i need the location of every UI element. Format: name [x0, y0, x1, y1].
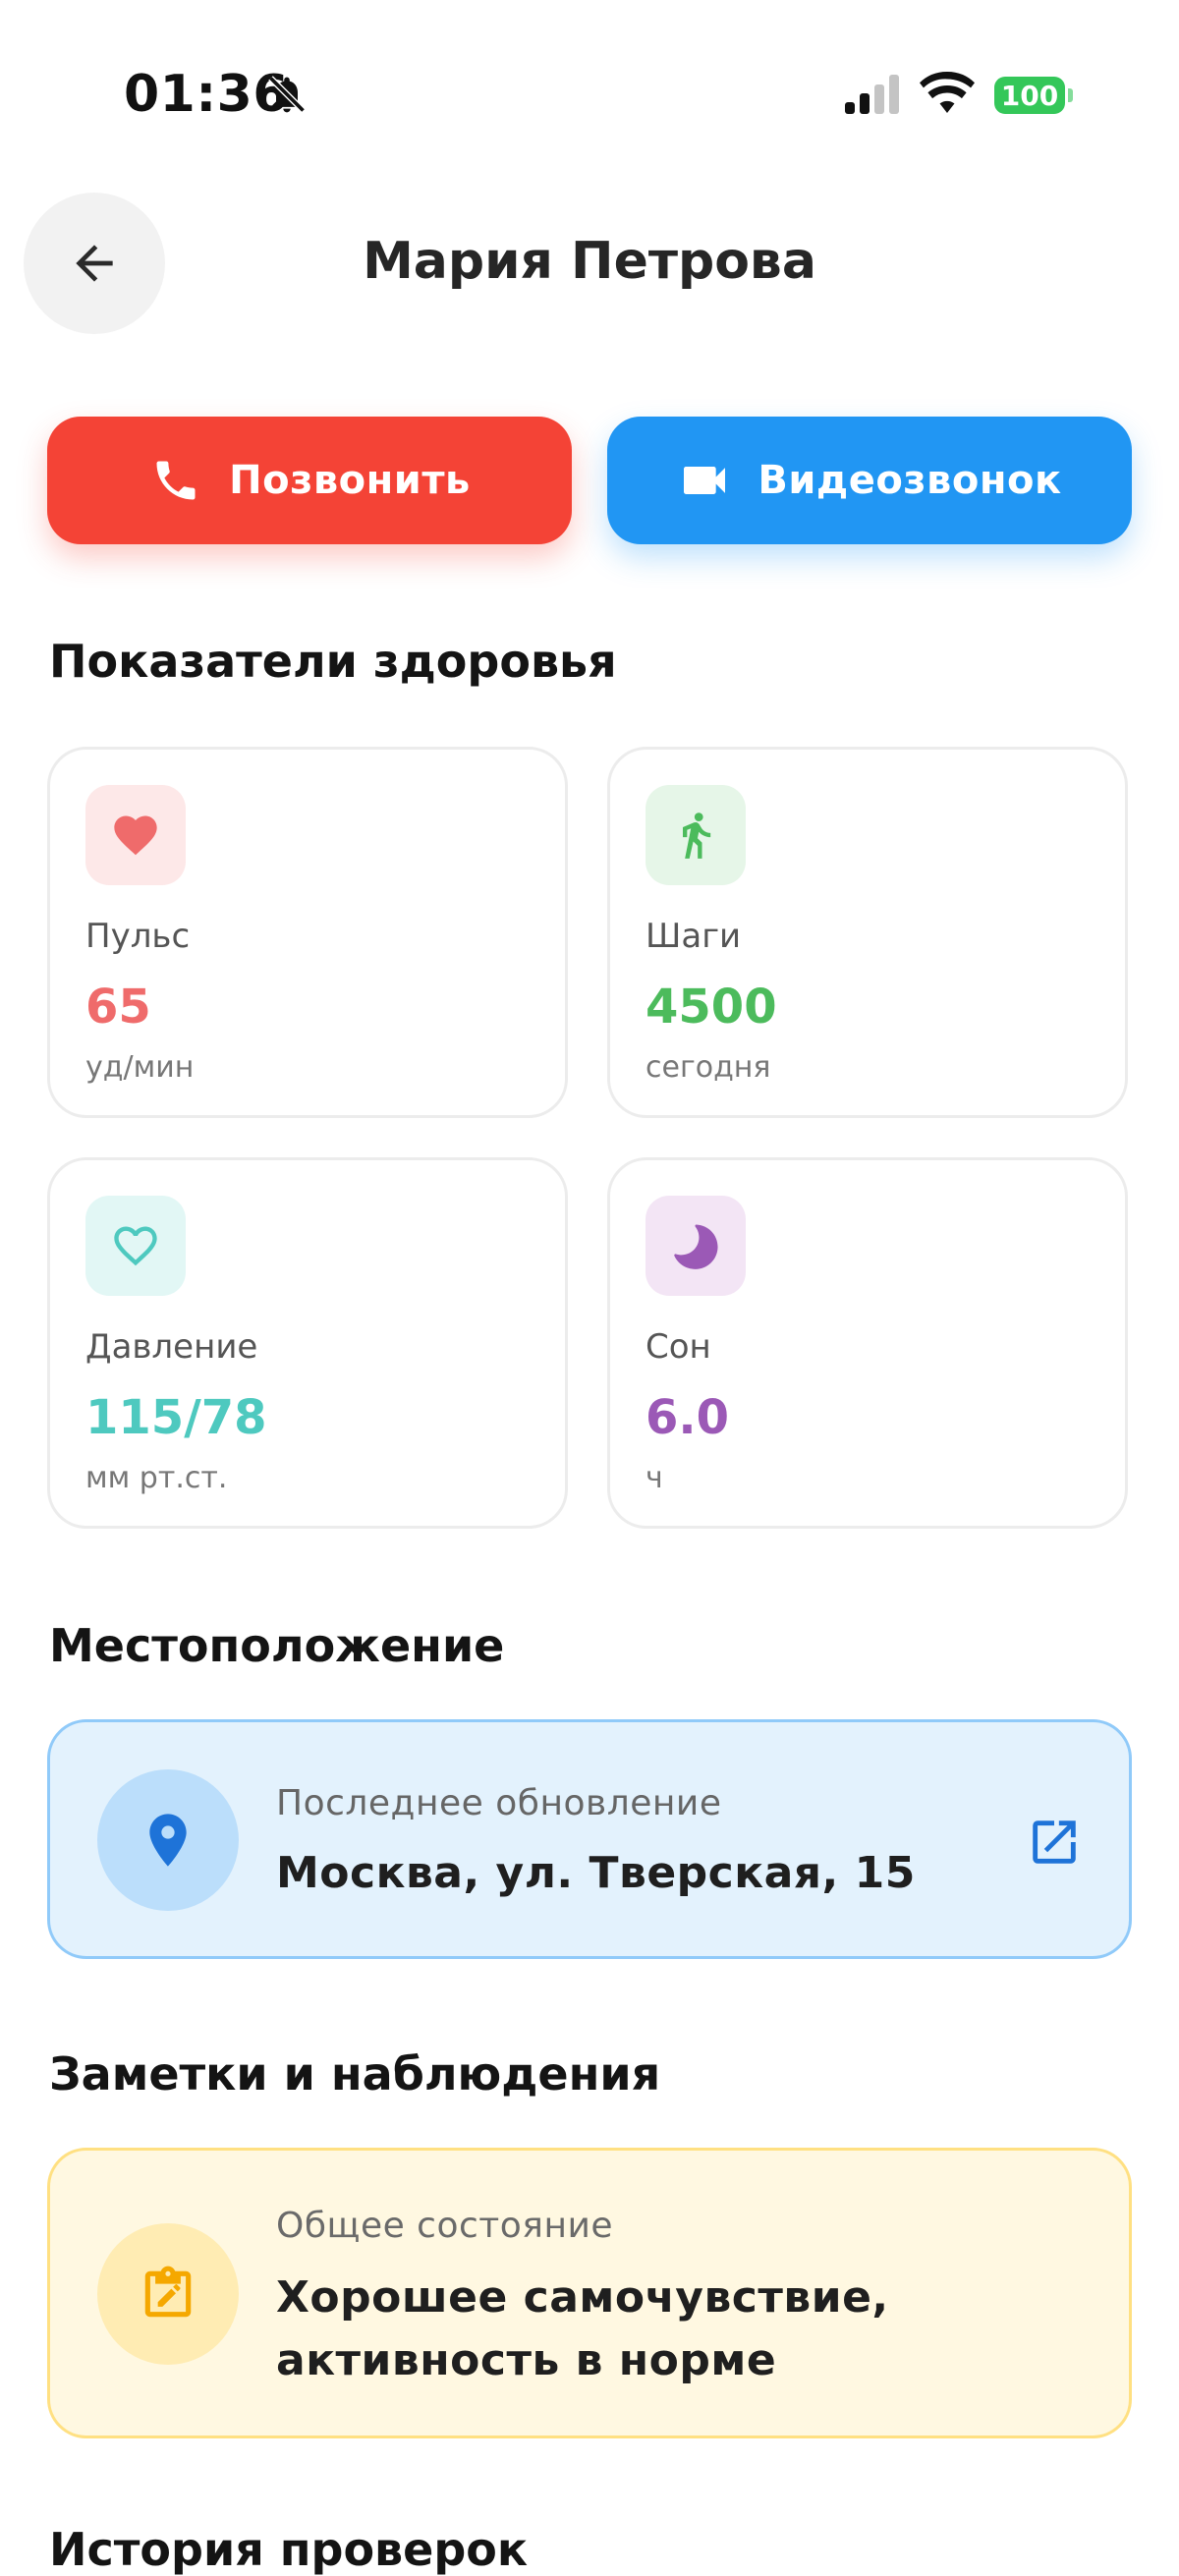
- assignment-edit-icon: [97, 2223, 239, 2365]
- metric-label: Давление: [85, 1327, 258, 1367]
- metric-value: 6.0: [646, 1390, 730, 1445]
- notes-section-title: Заметки и наблюдения: [49, 2047, 661, 2100]
- location-card[interactable]: Последнее обновление Москва, ул. Тверска…: [47, 1719, 1132, 1959]
- metric-value: 4500: [646, 980, 777, 1035]
- metric-card-pressure[interactable]: Давление 115/78 мм рт.ст.: [47, 1157, 568, 1529]
- metric-unit: уд/мин: [85, 1050, 195, 1085]
- notes-caption: Общее состояние: [276, 2206, 614, 2246]
- battery-icon: 100: [994, 77, 1073, 114]
- bell-off-icon: [265, 73, 309, 116]
- call-button-label: Позвонить: [229, 458, 471, 503]
- heart-icon: [85, 785, 186, 885]
- history-section-title: История проверок: [49, 2523, 529, 2576]
- open-external-icon[interactable]: [1025, 1813, 1084, 1872]
- notes-text: Хорошее самочувствие, активность в норме: [276, 2272, 889, 2385]
- metric-unit: мм рт.ст.: [85, 1461, 228, 1495]
- phone-icon: [148, 453, 203, 508]
- page-title: Мария Петрова: [363, 232, 816, 291]
- video-call-button[interactable]: Видеозвонок: [607, 417, 1132, 544]
- metric-card-pulse[interactable]: Пульс 65 уд/мин: [47, 747, 568, 1118]
- wifi-icon: [920, 71, 975, 114]
- location-caption: Последнее обновление: [276, 1783, 722, 1823]
- metric-value: 115/78: [85, 1390, 267, 1445]
- metric-card-sleep[interactable]: Сон 6.0 ч: [607, 1157, 1128, 1529]
- notes-card[interactable]: Общее состояние Хорошее самочувствие, ак…: [47, 2148, 1132, 2438]
- status-bar: 01:36 100: [0, 0, 1179, 196]
- heart-outline-icon: [85, 1196, 186, 1296]
- metric-unit: ч: [646, 1461, 663, 1495]
- video-call-button-label: Видеозвонок: [758, 458, 1062, 503]
- health-section-title: Показатели здоровья: [49, 635, 617, 688]
- location-address: Москва, ул. Тверская, 15: [276, 1848, 916, 1898]
- signal-icon: [845, 75, 900, 114]
- location-section-title: Местоположение: [49, 1619, 505, 1672]
- metric-value: 65: [85, 980, 151, 1035]
- call-button[interactable]: Позвонить: [47, 417, 572, 544]
- battery-level: 100: [994, 77, 1065, 114]
- metric-label: Шаги: [646, 917, 742, 956]
- walking-icon: [646, 785, 746, 885]
- metric-unit: сегодня: [646, 1050, 771, 1085]
- location-pin-icon: [97, 1769, 239, 1911]
- videocam-icon: [677, 453, 732, 508]
- metric-card-steps[interactable]: Шаги 4500 сегодня: [607, 747, 1128, 1118]
- moon-icon: [646, 1196, 746, 1296]
- status-time: 01:36: [124, 65, 290, 124]
- metric-label: Пульс: [85, 917, 191, 956]
- metric-label: Сон: [646, 1327, 711, 1367]
